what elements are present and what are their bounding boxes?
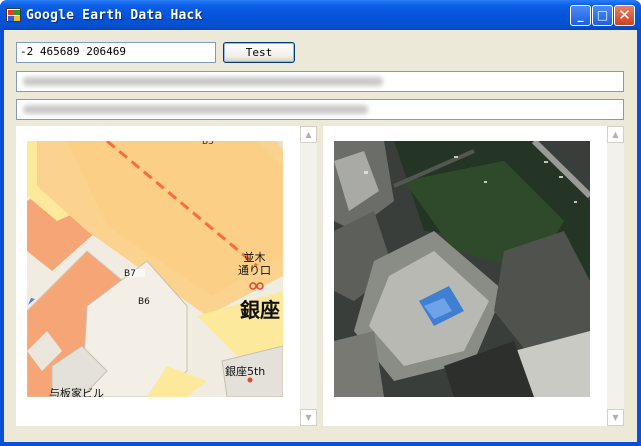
coordinates-input[interactable]: -2 465689 206469	[16, 42, 216, 63]
maximize-icon: □	[596, 8, 609, 22]
satellite-image-tile[interactable]	[334, 141, 590, 397]
minimize-icon: _	[577, 8, 584, 22]
test-button[interactable]: Test	[223, 42, 295, 63]
scroll-up-arrow-icon[interactable]: ▲	[300, 126, 317, 143]
title-bar[interactable]: Google Earth Data Hack _ □ ✕	[0, 0, 641, 30]
url-output-field-2[interactable]	[16, 99, 624, 120]
blurred-text	[23, 77, 383, 86]
map-panel[interactable]: B3 並木 通り口 銀座 B7 B6 銀座5th 与板家ビル ▲ ▼	[16, 126, 317, 426]
satellite-panel-scrollbar[interactable]: ▲ ▼	[607, 126, 624, 426]
url-output-field-1[interactable]	[16, 71, 624, 92]
maximize-button[interactable]: □	[592, 5, 613, 26]
map-label-b7: B7	[124, 269, 136, 279]
scroll-down-arrow-icon[interactable]: ▼	[300, 409, 317, 426]
app-window: Google Earth Data Hack _ □ ✕ -2 465689 2…	[0, 0, 641, 446]
map-label-station: 並木 通り口	[238, 251, 271, 277]
coordinates-value: -2 465689 206469	[20, 45, 126, 58]
map-label-building: 与板家ビル	[49, 387, 104, 397]
close-button[interactable]: ✕	[614, 5, 635, 26]
blurred-text	[23, 105, 368, 114]
scroll-up-arrow-icon[interactable]: ▲	[607, 126, 624, 143]
app-window-icon	[6, 8, 21, 22]
scroll-down-arrow-icon[interactable]: ▼	[607, 409, 624, 426]
satellite-image-graphic	[334, 141, 590, 397]
client-area: -2 465689 206469 Test B3 並木 通り口 銀座 B7 B6…	[4, 30, 637, 442]
satellite-panel[interactable]: ▲ ▼	[323, 126, 624, 426]
close-icon: ✕	[618, 6, 631, 24]
minimize-button[interactable]: _	[570, 5, 591, 26]
map-label-b6: B6	[138, 297, 150, 307]
map-label-ginza5th: 銀座5th	[225, 365, 266, 378]
street-map-tile[interactable]: B3 並木 通り口 銀座 B7 B6 銀座5th 与板家ビル	[27, 141, 283, 397]
test-button-label: Test	[245, 46, 273, 59]
map-label-top: B3	[202, 141, 214, 147]
window-title: Google Earth Data Hack	[26, 8, 203, 23]
map-label-district: 銀座	[240, 298, 280, 322]
map-panel-scrollbar[interactable]: ▲ ▼	[300, 126, 317, 426]
